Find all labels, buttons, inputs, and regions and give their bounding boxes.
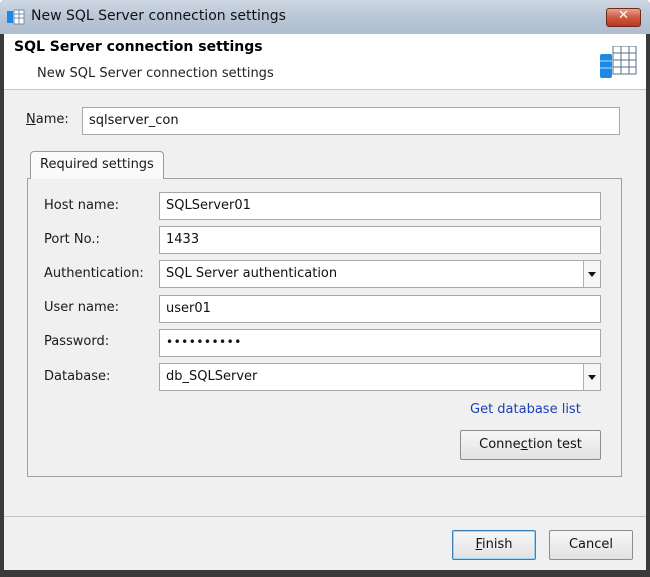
cancel-button[interactable]: Cancel [549, 530, 633, 560]
database-select[interactable]: db_SQLServer [159, 363, 601, 391]
dialog-window: New SQL Server connection settings ✕ SQL… [0, 0, 650, 577]
close-button[interactable]: ✕ [606, 8, 641, 27]
database-table-icon [7, 9, 25, 25]
authentication-select[interactable]: SQL Server authentication [159, 260, 601, 288]
connection-test-button[interactable]: Connection test [460, 430, 601, 460]
window-title: New SQL Server connection settings [31, 8, 286, 24]
password-input[interactable]: •••••••••• [159, 329, 601, 357]
user-name-label: User name: [44, 300, 120, 315]
title-bar[interactable]: New SQL Server connection settings ✕ [0, 0, 650, 34]
chevron-down-icon[interactable] [583, 261, 600, 287]
header-panel: SQL Server connection settings New SQL S… [4, 34, 646, 90]
header-subtitle: New SQL Server connection settings [37, 66, 274, 81]
name-label: Name: [26, 112, 69, 127]
host-name-label: Host name: [44, 198, 119, 213]
authentication-label: Authentication: [44, 266, 144, 281]
tab-required-settings[interactable]: Required settings [30, 151, 164, 179]
database-label: Database: [44, 369, 111, 384]
host-name-input[interactable]: SQLServer01 [159, 192, 601, 220]
database-value: db_SQLServer [166, 369, 258, 384]
close-icon: ✕ [618, 8, 629, 23]
password-label: Password: [44, 334, 110, 349]
user-name-input[interactable]: user01 [159, 295, 601, 323]
footer-separator [4, 516, 646, 517]
name-input[interactable]: sqlserver_con [82, 107, 620, 135]
port-input[interactable]: 1433 [159, 226, 601, 254]
dialog-client-area: SQL Server connection settings New SQL S… [4, 34, 646, 570]
tab-label: Required settings [40, 157, 154, 172]
finish-button[interactable]: Finish [452, 530, 536, 560]
get-database-list-link[interactable]: Get database list [470, 402, 581, 417]
authentication-value: SQL Server authentication [166, 266, 338, 281]
header-title: SQL Server connection settings [14, 39, 263, 55]
database-table-icon [600, 46, 637, 78]
chevron-down-icon[interactable] [583, 364, 600, 390]
port-label: Port No.: [44, 232, 100, 247]
